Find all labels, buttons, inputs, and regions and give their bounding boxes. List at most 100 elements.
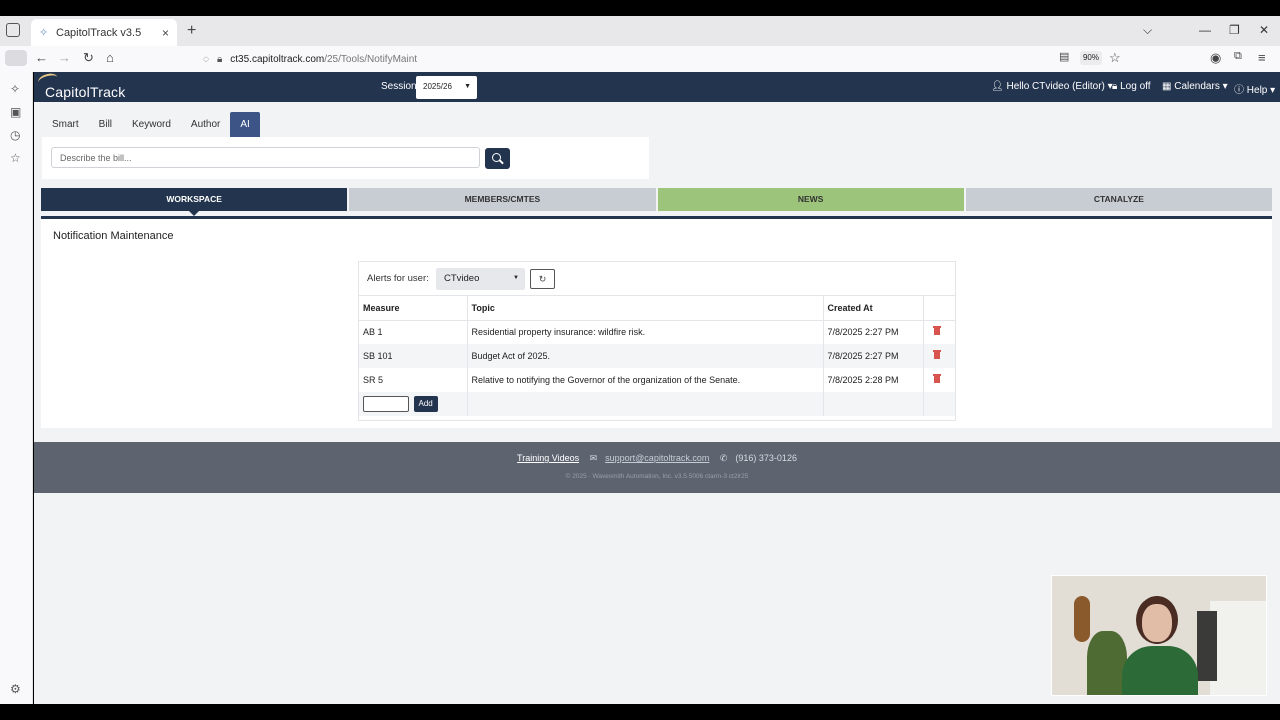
search-button[interactable] [485, 148, 510, 169]
favicon-icon: ✧ [39, 26, 49, 39]
session-value: 2025/26 [423, 82, 452, 91]
user-select[interactable]: CTvideo ▼ [436, 268, 525, 290]
table-row: SB 101 Budget Act of 2025. 7/8/2025 2:27… [359, 344, 955, 368]
email-icon: ✉ [589, 453, 598, 463]
alerts-card: Alerts for user: CTvideo ▼ ↻ Measure Top… [358, 261, 956, 421]
presenter-face [1142, 604, 1172, 642]
extensions-icon[interactable]: ⧉ [1234, 50, 1242, 63]
url-bar[interactable]: ◌ 🔒︎ ct35.capitoltrack.com /25/Tools/Not… [203, 48, 1128, 70]
trash-icon[interactable] [932, 374, 941, 383]
synced-tabs-icon[interactable]: ▣ [10, 105, 21, 119]
ai-search-input[interactable]: Describe the bill... [51, 147, 480, 168]
home-icon[interactable]: ⌂ [106, 50, 114, 65]
support-email-link[interactable]: support@capitoltrack.com [605, 453, 709, 463]
lock-icon: 🔒︎ [216, 53, 223, 65]
sidebar-toggle-icon[interactable] [5, 50, 27, 66]
phone-number: (916) 373-0126 [735, 453, 797, 463]
reload-icon[interactable]: ↻ [83, 50, 94, 66]
menu-icon[interactable]: ≡ [1258, 50, 1266, 65]
capitoltrack-logo[interactable]: CapitolTrack [45, 84, 125, 100]
presenter-video [1051, 575, 1267, 696]
url-path: /25/Tools/NotifyMaint [324, 53, 418, 65]
tab-bill[interactable]: Bill [89, 112, 122, 137]
topic-cell: Budget Act of 2025. [467, 344, 824, 368]
ai-sparkle-icon[interactable]: ✧ [10, 82, 20, 96]
tab-ctanalyze[interactable]: CTANALYZE [965, 188, 1272, 211]
measure-add-input[interactable] [363, 396, 409, 412]
session-select[interactable]: 2025/26 ▼ [416, 76, 477, 99]
add-cell: Add [359, 392, 468, 416]
add-button[interactable]: Add [413, 396, 438, 412]
measure-cell[interactable]: AB 1 [359, 320, 468, 344]
screen: ✧ CapitolTrack v3.5 × + ⌵ — ❐ ✕ ← → ↻ ⌂ … [0, 0, 1280, 720]
tab-ai[interactable]: AI [230, 112, 260, 137]
tab-keyword[interactable]: Keyword [122, 112, 181, 137]
footer: Training Videos ✉ support@capitoltrack.co… [34, 442, 1280, 493]
calendars-menu[interactable]: ▦ Calendars ▾ [1162, 81, 1228, 92]
col-measure[interactable]: Measure [359, 296, 468, 321]
measure-cell[interactable]: SB 101 [359, 344, 468, 368]
reader-view-icon[interactable]: ▤ [1059, 50, 1069, 63]
delete-cell [923, 320, 955, 344]
logoff-label: Log off [1120, 81, 1151, 92]
settings-gear-icon[interactable]: ⚙ [10, 682, 21, 696]
empty-cell [467, 392, 824, 416]
zoom-level[interactable]: 90% [1080, 51, 1102, 65]
shield-icon: ◌ [203, 53, 209, 65]
url-host: ct35.capitoltrack.com [230, 53, 325, 65]
tab-smart[interactable]: Smart [42, 112, 89, 137]
user-select-value: CTvideo [444, 273, 480, 284]
main-tabs: WORKSPACE MEMBERS/CMTES NEWS CTANALYZE [41, 188, 1272, 216]
tab-workspace[interactable]: WORKSPACE [41, 188, 348, 216]
forward-icon[interactable]: → [58, 50, 71, 65]
refresh-button[interactable]: ↻ [530, 269, 555, 289]
col-topic[interactable]: Topic [467, 296, 824, 321]
phone-icon: ✆ [719, 453, 728, 463]
notification-panel: Notification Maintenance Alerts for user… [41, 216, 1272, 428]
delete-cell [923, 368, 955, 392]
video-guitar [1074, 596, 1090, 642]
add-row: Add [359, 392, 955, 416]
browser-tab[interactable]: ✧ CapitolTrack v3.5 × [31, 19, 177, 46]
panel-title: Notification Maintenance [53, 230, 174, 242]
new-tab-button[interactable]: + [187, 22, 196, 40]
maximize-icon[interactable]: ❐ [1229, 23, 1240, 37]
presenter-body [1122, 646, 1198, 695]
col-created-at[interactable]: Created At [823, 296, 924, 321]
account-icon[interactable]: ◉ [1210, 50, 1221, 66]
topic-cell: Relative to notifying the Governor of th… [467, 368, 824, 392]
tab-overflow-chevron-icon[interactable]: ⌵ [1143, 23, 1152, 38]
minimize-icon[interactable]: — [1199, 23, 1211, 37]
close-tab-icon[interactable]: × [162, 26, 169, 40]
measure-cell[interactable]: SR 5 [359, 368, 468, 392]
back-icon[interactable]: ← [35, 50, 48, 65]
tab-author[interactable]: Author [181, 112, 230, 137]
help-menu[interactable]: ⓘ Help ▾ [1234, 81, 1275, 96]
created-cell: 7/8/2025 2:27 PM [823, 320, 924, 344]
trash-icon[interactable] [932, 350, 941, 359]
user-menu[interactable]: 👤︎ Hello CTvideo (Editor) ▾ [991, 81, 1113, 92]
created-cell: 7/8/2025 2:28 PM [823, 368, 924, 392]
tab-list-icon[interactable] [6, 23, 20, 37]
tab-members-cmtes[interactable]: MEMBERS/CMTES [349, 188, 656, 211]
video-window [1210, 601, 1266, 695]
video-door [1197, 611, 1217, 681]
calendars-label: Calendars [1174, 81, 1220, 92]
bookmark-star-icon[interactable]: ☆ [1109, 50, 1121, 66]
bookmarks-icon[interactable]: ☆ [10, 151, 21, 165]
alerts-table: Measure Topic Created At AB 1 Residentia… [359, 296, 955, 416]
close-window-icon[interactable]: ✕ [1259, 23, 1269, 37]
help-label: Help [1246, 85, 1268, 96]
tab-title: CapitolTrack v3.5 [56, 26, 142, 39]
tab-news[interactable]: NEWS [657, 188, 964, 211]
session-caret-icon: ▼ [464, 83, 471, 90]
logoff-link[interactable]: 🔒︎ Log off [1112, 81, 1151, 92]
bottom-bar [0, 704, 1280, 720]
user-greeting: Hello CTvideo (Editor) [1006, 81, 1105, 92]
created-cell: 7/8/2025 2:27 PM [823, 344, 924, 368]
table-header-row: Measure Topic Created At [359, 296, 955, 321]
training-videos-link[interactable]: Training Videos [517, 453, 579, 463]
history-icon[interactable]: ◷ [10, 128, 20, 142]
trash-icon[interactable] [932, 326, 941, 336]
ai-search-panel: Describe the bill... [42, 137, 649, 179]
